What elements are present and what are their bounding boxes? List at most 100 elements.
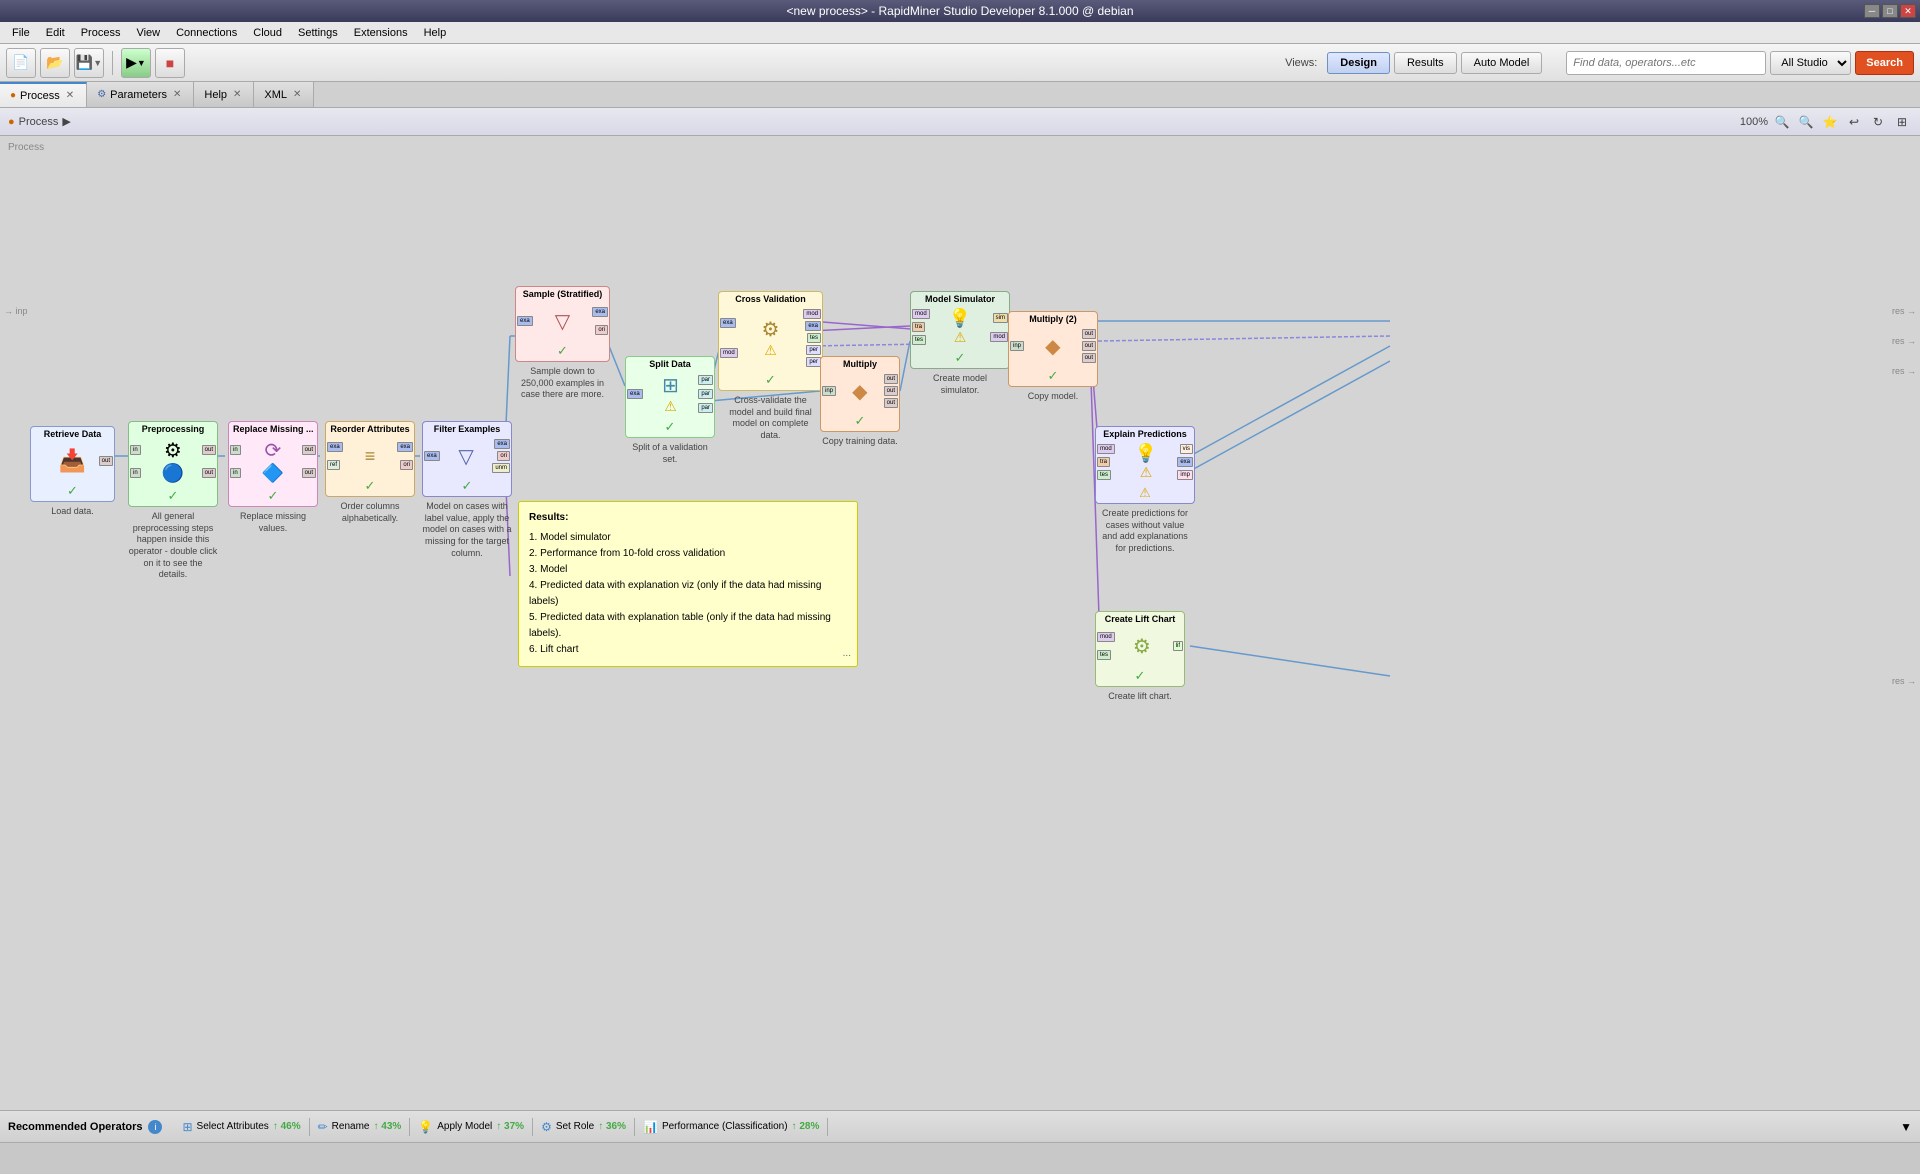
close-button[interactable]: ✕ bbox=[1900, 4, 1916, 18]
node-retrieve-data[interactable]: Retrieve Data 📥 out ✓ Load data. bbox=[30, 426, 115, 518]
replace-desc: Replace missing values. bbox=[228, 511, 318, 534]
node-explain-predictions[interactable]: Explain Predictions mod tra tes 💡 ⚠ vis … bbox=[1095, 426, 1195, 555]
parameters-tab-close[interactable]: ✕ bbox=[171, 89, 183, 100]
help-tab-close[interactable]: ✕ bbox=[231, 89, 243, 100]
node-lift-chart[interactable]: Create Lift Chart mod tes ⚙ lif ✓ Create… bbox=[1095, 611, 1185, 703]
toolbar: 📄 📂 💾▼ ▶▼ ■ Views: Design Results Auto M… bbox=[0, 44, 1920, 82]
ports-left-sample: exa bbox=[516, 301, 534, 341]
tooltip-item-2: 2. Performance from 10-fold cross valida… bbox=[529, 546, 847, 562]
node-title-split: Split Data bbox=[626, 357, 714, 371]
tab-help[interactable]: Help ✕ bbox=[194, 82, 254, 107]
results-view-button[interactable]: Results bbox=[1394, 52, 1457, 74]
run-button[interactable]: ▶▼ bbox=[121, 48, 151, 78]
process-tab-close[interactable]: ✕ bbox=[64, 90, 76, 101]
zoom-in-button[interactable]: 🔍 bbox=[1772, 112, 1792, 132]
minimize-button[interactable]: ─ bbox=[1864, 4, 1880, 18]
recommend-performance[interactable]: 📊 Performance (Classification) ↑ 28% bbox=[635, 1118, 828, 1136]
result-arrow-3: res → bbox=[1892, 366, 1916, 376]
bottom-bar-chevron[interactable]: ▼ bbox=[1900, 1120, 1912, 1134]
recommend-rename[interactable]: ✏ Rename ↑ 43% bbox=[310, 1118, 411, 1136]
tab-process[interactable]: ● Process ✕ bbox=[0, 82, 87, 107]
node-multiply[interactable]: Multiply inp ◆ out out out ✓ Copy traini… bbox=[820, 356, 900, 448]
op-center-reorder: ≡ bbox=[344, 436, 397, 476]
recommend-set-role[interactable]: ⚙ Set Role ↑ 36% bbox=[533, 1118, 635, 1136]
lift-status: ✓ bbox=[1096, 666, 1184, 686]
ports-left-replace: in in bbox=[229, 436, 245, 486]
open-button[interactable]: 📂 bbox=[40, 48, 70, 78]
filter-status: ✓ bbox=[423, 476, 511, 496]
process-breadcrumb-text: Process bbox=[19, 116, 59, 128]
search-button[interactable]: Search bbox=[1855, 51, 1914, 75]
tab-xml[interactable]: XML ✕ bbox=[254, 82, 314, 107]
menu-view[interactable]: View bbox=[128, 25, 168, 41]
ports-left-explain: mod tra tes bbox=[1096, 441, 1116, 483]
recommended-ops-info-icon[interactable]: i bbox=[148, 1120, 162, 1134]
lift-desc: Create lift chart. bbox=[1108, 691, 1172, 703]
node-replace-missing[interactable]: Replace Missing ... in in ⟳ 🔷 out out ✓ bbox=[228, 421, 318, 534]
node-model-simulator[interactable]: Model Simulator mod tra tes 💡 ⚠ sim mod … bbox=[910, 291, 1010, 396]
node-title-multiply: Multiply bbox=[821, 357, 899, 371]
ports-left-multiply2: inp bbox=[1009, 326, 1025, 366]
new-button[interactable]: 📄 bbox=[6, 48, 36, 78]
search-scope-select[interactable]: All Studio bbox=[1770, 51, 1851, 75]
node-reorder-attributes[interactable]: Reorder Attributes exa ref ≡ exa ori ✓ O… bbox=[325, 421, 415, 524]
node-multiply-2[interactable]: Multiply (2) inp ◆ out out out ✓ Copy mo… bbox=[1008, 311, 1098, 403]
node-sample-stratified[interactable]: Sample (Stratified) exa ▽ exa ori ✓ Samp… bbox=[515, 286, 610, 401]
ports-left-crossval: exa mod bbox=[719, 306, 739, 370]
auto-model-view-button[interactable]: Auto Model bbox=[1461, 52, 1543, 74]
stop-button[interactable]: ■ bbox=[155, 48, 185, 78]
grid-button[interactable]: ⊞ bbox=[1892, 112, 1912, 132]
menu-help[interactable]: Help bbox=[416, 25, 455, 41]
process-tab-label: Process bbox=[20, 90, 60, 102]
node-title-sample: Sample (Stratified) bbox=[516, 287, 609, 301]
results-tooltip: Results: 1. Model simulator 2. Performan… bbox=[518, 501, 858, 667]
node-preprocessing[interactable]: Preprocessing in in ⚙ 🔵 out out ✓ All ge bbox=[128, 421, 218, 581]
node-title-retrieve: Retrieve Data bbox=[31, 427, 114, 441]
op-center-split: ⊞ ⚠ bbox=[644, 371, 698, 417]
bookmark-button[interactable]: ⭐ bbox=[1820, 112, 1840, 132]
rename-pct: ↑ 43% bbox=[373, 1121, 401, 1132]
performance-pct: ↑ 28% bbox=[792, 1121, 820, 1132]
menu-process[interactable]: Process bbox=[73, 25, 129, 41]
node-filter-examples[interactable]: Filter Examples exa ▽ exa ori unm ✓ Mode… bbox=[422, 421, 512, 559]
menu-connections[interactable]: Connections bbox=[168, 25, 245, 41]
ports-left-preprocessing: in in bbox=[129, 436, 145, 486]
node-title-preprocessing: Preprocessing bbox=[129, 422, 217, 436]
search-input[interactable] bbox=[1566, 51, 1766, 75]
main-canvas[interactable]: Process → inp res → res → res → res → bbox=[0, 136, 1920, 1110]
recommend-select-attributes[interactable]: ⊞ Select Attributes ↑ 46% bbox=[174, 1118, 309, 1136]
tab-parameters[interactable]: ⚙ Parameters ✕ bbox=[87, 82, 194, 107]
node-split-data[interactable]: Split Data exa ⊞ ⚠ par par par ✓ Split o… bbox=[625, 356, 715, 465]
node-cross-validation[interactable]: Cross Validation exa mod ⚙ ⚠ mod exa tes… bbox=[718, 291, 823, 442]
views-label: Views: bbox=[1285, 57, 1317, 69]
zoom-fit-button[interactable]: 🔍 bbox=[1796, 112, 1816, 132]
recommended-operators-bar: Recommended Operators i ⊞ Select Attribu… bbox=[0, 1110, 1920, 1142]
ports-left-model-sim: mod tra tes bbox=[911, 306, 931, 348]
ports-right-multiply: out out out bbox=[883, 371, 899, 411]
set-role-pct: ↑ 36% bbox=[598, 1121, 626, 1132]
tooltip-more-button[interactable]: ... bbox=[843, 646, 851, 662]
redo-button[interactable]: ↻ bbox=[1868, 112, 1888, 132]
rename-icon: ✏ bbox=[318, 1120, 328, 1134]
menu-edit[interactable]: Edit bbox=[38, 25, 73, 41]
design-view-button[interactable]: Design bbox=[1327, 52, 1390, 74]
connections-svg bbox=[0, 136, 1920, 1110]
undo-button[interactable]: ↩ bbox=[1844, 112, 1864, 132]
split-desc: Split of a validation set. bbox=[625, 442, 715, 465]
save-button[interactable]: 💾▼ bbox=[74, 48, 104, 78]
restore-button[interactable]: □ bbox=[1882, 4, 1898, 18]
menu-file[interactable]: File bbox=[4, 25, 38, 41]
parameters-tab-icon: ⚙ bbox=[97, 89, 106, 100]
menu-extensions[interactable]: Extensions bbox=[346, 25, 416, 41]
performance-label: Performance (Classification) bbox=[662, 1121, 788, 1132]
ports-left-filter: exa bbox=[423, 436, 441, 476]
tooltip-item-5: 5. Predicted data with explanation table… bbox=[529, 610, 847, 642]
sample-desc: Sample down to 250,000 examples in case … bbox=[518, 366, 608, 401]
recommend-apply-model[interactable]: 💡 Apply Model ↑ 37% bbox=[410, 1118, 533, 1136]
ports-right-sample: exa ori bbox=[591, 301, 609, 341]
menu-settings[interactable]: Settings bbox=[290, 25, 346, 41]
menu-cloud[interactable]: Cloud bbox=[245, 25, 290, 41]
xml-tab-close[interactable]: ✕ bbox=[291, 89, 303, 100]
help-tab-label: Help bbox=[204, 89, 227, 101]
node-title-filter: Filter Examples bbox=[423, 422, 511, 436]
